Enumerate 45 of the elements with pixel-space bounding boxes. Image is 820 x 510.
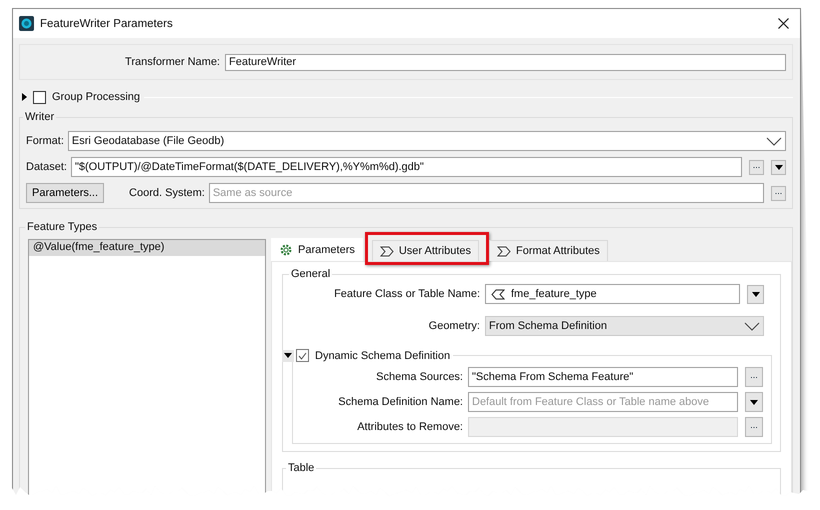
sigma-arrow-icon <box>380 246 394 256</box>
field-label: Dataset: <box>26 161 67 173</box>
field-label: Geometry: <box>428 320 480 332</box>
dropdown-arrow-icon <box>752 292 760 296</box>
group-title: General <box>290 268 332 280</box>
checkbox-label[interactable]: Group Processing <box>52 91 140 103</box>
window-title: FeatureWriter Parameters <box>40 18 174 30</box>
checkbox[interactable] <box>296 349 309 362</box>
expand-arrow-icon[interactable] <box>21 93 29 101</box>
group-title: Feature Types <box>26 221 98 233</box>
field-label: Coord. System: <box>129 187 205 199</box>
tab[interactable]: User Attributes <box>372 240 479 261</box>
dropdown-button[interactable] <box>745 392 763 412</box>
app-icon <box>19 16 34 31</box>
field-label: Attributes to Remove: <box>356 421 463 433</box>
tab[interactable]: Parameters <box>271 238 363 261</box>
input-field[interactable]: FeatureWriter <box>225 54 786 70</box>
browse-button[interactable]: ... <box>749 160 764 174</box>
check-icon <box>298 352 307 360</box>
gear-icon <box>279 243 293 257</box>
field-label: Format: <box>26 135 64 147</box>
dropdown-arrow-icon <box>750 400 758 404</box>
group-title: Writer <box>24 111 56 123</box>
field-label: Schema Definition Name: <box>337 396 463 408</box>
checkbox[interactable] <box>33 90 46 104</box>
parameters-button[interactable]: Parameters... <box>26 183 104 203</box>
sigma-arrow-icon <box>497 246 511 256</box>
input-field[interactable]: "$(OUTPUT)/@DateTimeFormat($(DATE_DELIVERY),%Y%m%d).gdb" <box>70 157 742 177</box>
input-field[interactable]: Esri Geodatabase (File Geodb) <box>68 131 786 151</box>
dropdown-button[interactable] <box>747 284 764 304</box>
dropdown-button[interactable] <box>771 160 786 174</box>
field-label: Schema Sources: <box>375 371 463 383</box>
dropdown-arrow-icon <box>774 164 782 170</box>
field-label: Feature Class or Table Name: <box>333 288 480 300</box>
list-item[interactable]: @Value(fme_feature_type) <box>29 240 265 256</box>
input-field[interactable]: "Schema From Schema Feature" <box>468 367 738 387</box>
group-title: Table <box>287 462 316 474</box>
field-label: Transformer Name: <box>124 56 220 68</box>
input-field[interactable]: From Schema Definition <box>485 316 764 336</box>
tab[interactable]: Format Attributes <box>489 240 608 261</box>
checkbox-label[interactable]: Dynamic Schema Definition <box>315 350 450 362</box>
browse-button[interactable]: ... <box>771 186 786 200</box>
close-icon[interactable] <box>778 18 789 29</box>
browse-button[interactable]: ... <box>745 367 763 387</box>
input-field[interactable]: fme_feature_type <box>485 284 740 304</box>
